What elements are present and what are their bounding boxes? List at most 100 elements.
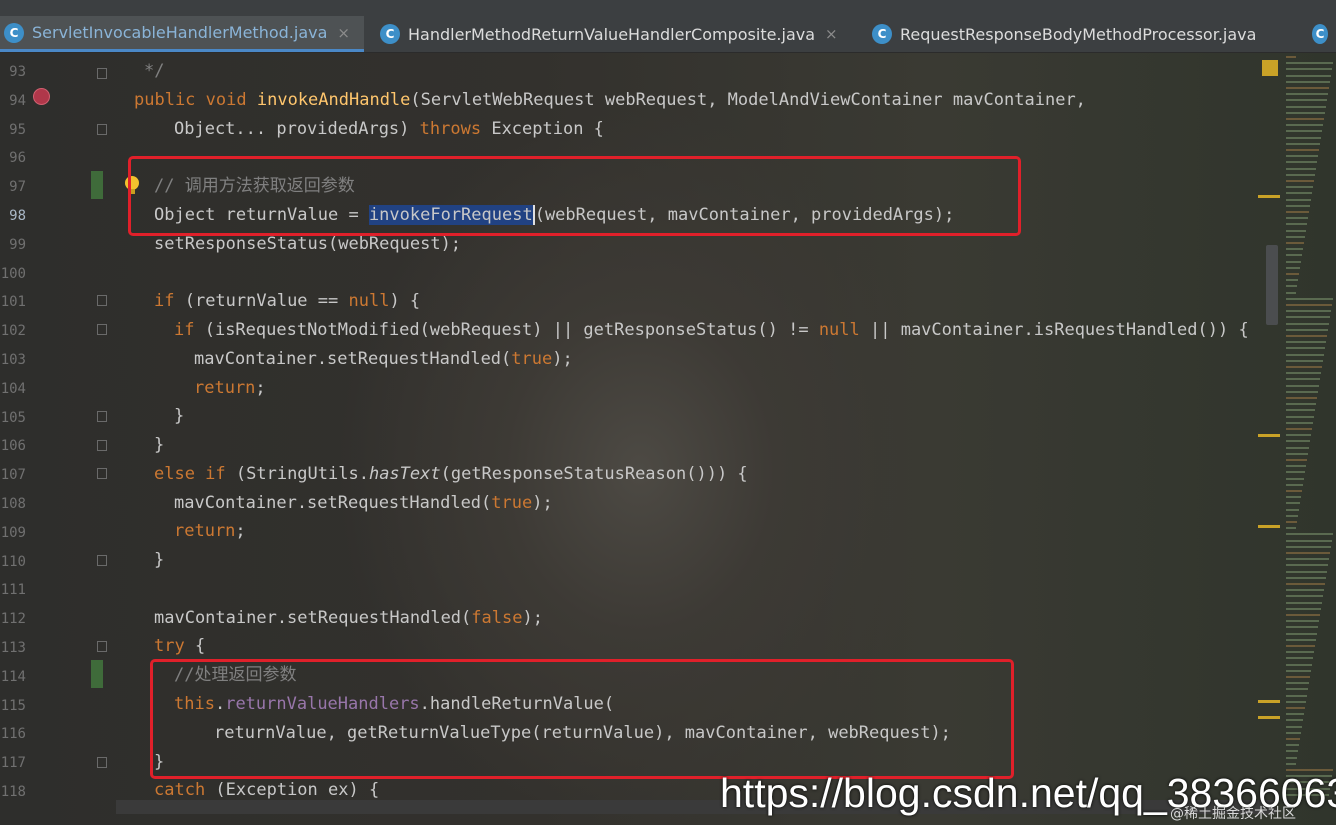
tab-handler-method-return-value-handler-composite[interactable]: C HandlerMethodReturnValueHandlerComposi… [376, 16, 856, 52]
minimap-line [1286, 211, 1309, 213]
override-method-icon[interactable] [33, 88, 50, 105]
tab-label: RequestResponseBodyMethodProcessor.java [900, 24, 1257, 44]
minimap-line [1286, 223, 1307, 226]
fold-icon[interactable] [97, 555, 107, 566]
line-number: 93 [9, 64, 26, 80]
tab-request-response-body-method-processor[interactable]: C RequestResponseBodyMethodProcessor.jav… [868, 16, 1308, 52]
minimap-line [1286, 638, 1316, 641]
code-line-94: public void invokeAndHandle(ServletWebRe… [134, 90, 1086, 110]
code-minimap[interactable] [1282, 52, 1336, 825]
minimap-line [1286, 533, 1333, 536]
fold-icon[interactable] [97, 440, 107, 451]
fold-icon[interactable] [97, 295, 107, 306]
line-number: 100 [0, 265, 26, 282]
code-line-102: if (isRequestNotModified(webRequest) || … [174, 320, 1249, 340]
watermark-juejin: @稀土掘金技术社区 [1170, 806, 1296, 822]
warning-stripe[interactable] [1258, 716, 1280, 719]
minimap-line [1286, 99, 1327, 102]
minimap-line [1286, 235, 1305, 238]
minimap-line [1286, 136, 1321, 139]
minimap-line [1286, 378, 1320, 381]
minimap-line [1286, 285, 1297, 288]
class-icon: C [380, 24, 400, 44]
minimap-line [1286, 403, 1316, 406]
minimap-line [1286, 682, 1309, 685]
minimap-line [1286, 291, 1296, 294]
minimap-line [1286, 570, 1327, 573]
minimap-line [1286, 651, 1314, 654]
code-line-104: return; [194, 378, 266, 398]
minimap-line [1286, 173, 1315, 176]
minimap-line [1286, 657, 1313, 660]
vcs-changed-marker [91, 660, 103, 688]
minimap-line [1286, 502, 1300, 505]
minimap-line [1286, 409, 1315, 412]
warning-stripe[interactable] [1258, 195, 1280, 198]
minimap-line [1286, 595, 1323, 598]
minimap-line [1286, 762, 1296, 765]
minimap-line [1286, 415, 1314, 418]
editor-tab-bar: C ServletInvocableHandlerMethod.java × C… [0, 0, 1336, 53]
tab-overflow[interactable]: C [1308, 16, 1336, 52]
minimap-line [1286, 347, 1325, 350]
minimap-line [1286, 614, 1320, 616]
minimap-line [1286, 397, 1317, 399]
fold-icon[interactable] [97, 68, 107, 79]
close-icon[interactable]: × [337, 24, 350, 42]
minimap-line [1286, 204, 1310, 207]
line-number: 105 [0, 409, 26, 426]
fold-icon[interactable] [97, 411, 107, 422]
close-icon[interactable]: × [825, 25, 838, 43]
minimap-line [1286, 459, 1307, 461]
minimap-line [1286, 731, 1301, 734]
fold-icon[interactable] [97, 124, 107, 135]
minimap-line [1286, 490, 1302, 492]
minimap-line [1286, 74, 1331, 77]
minimap-line [1286, 254, 1302, 257]
minimap-line [1286, 688, 1308, 691]
minimap-line [1286, 155, 1318, 158]
minimap-line [1286, 68, 1332, 71]
minimap-line [1286, 676, 1310, 678]
vertical-scrollbar-thumb[interactable] [1266, 245, 1278, 325]
minimap-line [1286, 607, 1321, 610]
warning-status-icon[interactable] [1262, 60, 1278, 76]
fold-icon[interactable] [97, 324, 107, 335]
minimap-line [1286, 353, 1324, 356]
warning-stripe[interactable] [1258, 434, 1280, 437]
line-number: 94 [9, 92, 26, 109]
code-line-112: mavContainer.setRequestHandled(false); [154, 608, 543, 628]
minimap-line [1286, 242, 1304, 244]
line-number: 96 [9, 150, 26, 167]
minimap-line [1286, 738, 1300, 740]
line-number: 98 [9, 208, 26, 224]
minimap-line [1286, 180, 1314, 182]
minimap-line [1286, 390, 1318, 393]
minimap-line [1286, 508, 1299, 511]
minimap-line [1286, 372, 1321, 375]
minimap-line [1286, 124, 1323, 127]
code-line-107: else if (StringUtils.hasText(getResponse… [154, 464, 748, 484]
minimap-line [1286, 707, 1305, 709]
minimap-line [1286, 359, 1323, 362]
minimap-line [1286, 700, 1306, 703]
minimap-line [1286, 186, 1313, 189]
fold-icon[interactable] [97, 641, 107, 652]
fold-icon[interactable] [97, 468, 107, 479]
line-number: 118 [0, 784, 26, 800]
tab-servlet-invocable-handler-method[interactable]: C ServletInvocableHandlerMethod.java × [0, 16, 364, 52]
line-number: 104 [0, 380, 26, 397]
minimap-line [1286, 440, 1310, 443]
code-line-110: } [154, 550, 165, 570]
minimap-line [1286, 421, 1313, 424]
line-number: 110 [0, 553, 26, 570]
minimap-line [1286, 217, 1308, 220]
minimap-line [1286, 452, 1308, 455]
minimap-line [1286, 192, 1312, 195]
minimap-line [1286, 669, 1311, 672]
minimap-line [1286, 149, 1319, 151]
warning-stripe[interactable] [1258, 700, 1280, 703]
warning-stripe[interactable] [1258, 525, 1280, 528]
fold-icon[interactable] [97, 757, 107, 768]
minimap-line [1286, 266, 1300, 269]
